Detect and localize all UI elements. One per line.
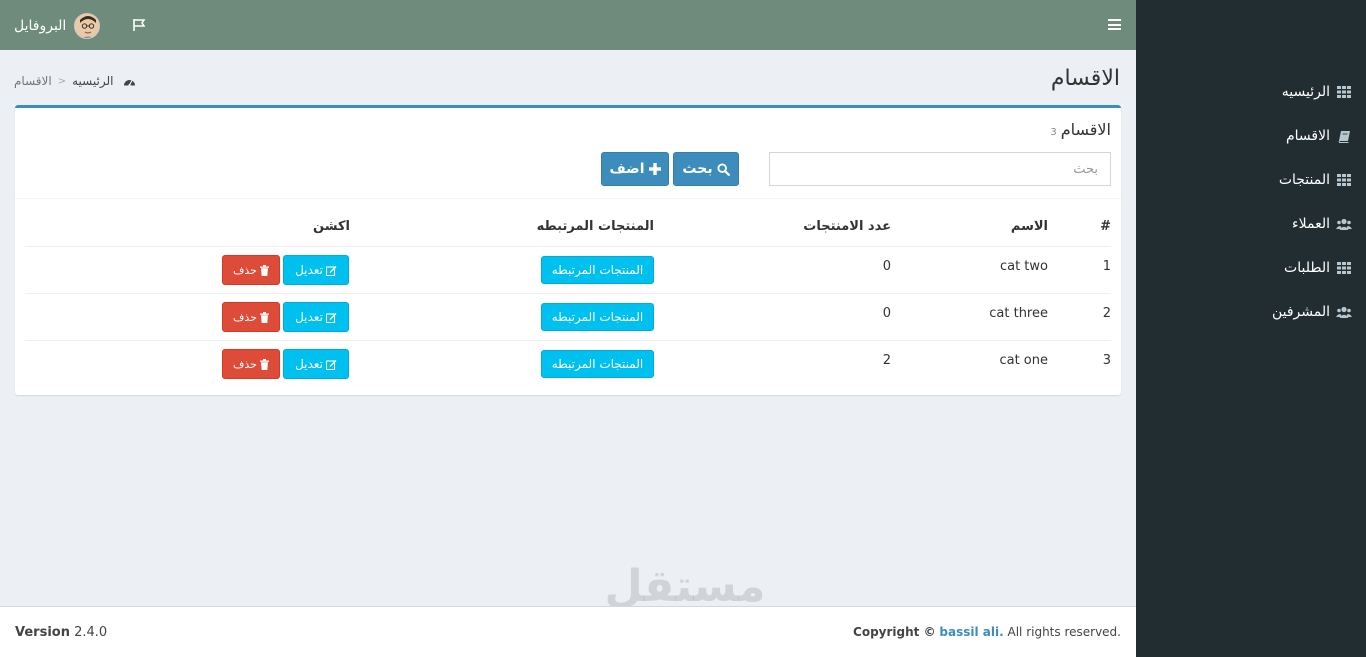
sidebar: الرئيسيه الاقسام المنتجات العملاء الطلبا… — [1136, 0, 1366, 657]
sidebar-item-clients[interactable]: العملاء — [1292, 213, 1352, 235]
book-icon — [1336, 128, 1352, 144]
edit-button-label: تعديل — [295, 263, 323, 277]
row-count: 0 — [882, 306, 891, 321]
row-border — [25, 293, 1111, 294]
edit-icon — [325, 265, 337, 276]
sidebar-item-label: الطلبات — [1284, 260, 1330, 276]
edit-button-label: تعديل — [295, 357, 323, 371]
sidebar-item-orders[interactable]: الطلبات — [1284, 257, 1352, 279]
box-divider — [15, 198, 1121, 199]
version-info: Version 2.4.0 — [15, 625, 107, 640]
delete-button[interactable]: حذف — [222, 255, 280, 285]
search-button-label: بحث — [682, 161, 713, 177]
profile-menu[interactable]: البروفايل — [14, 12, 101, 40]
copyright-info: Copyright © bassil ali. All rights reser… — [853, 625, 1121, 639]
table-header-count: عدد الامنتجات — [803, 219, 891, 234]
row-name: cat three — [989, 306, 1048, 321]
related-products-button[interactable]: المنتجات المرتبطه — [541, 256, 654, 284]
box-title-text: الاقسام — [1060, 120, 1111, 139]
table-header-border — [25, 246, 1111, 247]
sidebar-item-categories[interactable]: الاقسام — [1286, 125, 1352, 147]
sidebar-item-label: العملاء — [1292, 216, 1330, 232]
trash-icon — [259, 311, 269, 323]
author-link[interactable]: bassil ali. — [939, 625, 1003, 639]
edit-icon — [325, 359, 337, 370]
sidebar-item-label: المنتجات — [1278, 172, 1330, 188]
footer: Version 2.4.0 Copyright © bassil ali. Al… — [0, 606, 1136, 657]
trash-icon — [259, 358, 269, 370]
search-icon — [717, 162, 730, 176]
related-products-button[interactable]: المنتجات المرتبطه — [541, 303, 654, 331]
version-value: 2.4.0 — [74, 625, 108, 640]
copyright-label: Copyright © — [853, 625, 936, 639]
plus-icon — [648, 163, 661, 175]
categories-box: الاقسام 3 بحث اضف # الاسم عدد الامنتجات … — [15, 105, 1121, 395]
page-title: الاقسام — [1050, 66, 1120, 91]
row-index: 2 — [1102, 306, 1111, 321]
breadcrumb: الاقسام > الرئيسيه — [14, 73, 136, 89]
sidebar-item-label: الرئيسيه — [1281, 84, 1330, 100]
rights-text: All rights reserved. — [1007, 625, 1122, 639]
row-index: 3 — [1102, 353, 1111, 368]
flag-icon[interactable] — [131, 17, 147, 33]
edit-button[interactable]: تعديل — [283, 349, 349, 379]
related-products-button[interactable]: المنتجات المرتبطه — [541, 350, 654, 378]
hamburger-menu-icon[interactable] — [1108, 18, 1122, 31]
table-header-index: # — [1100, 219, 1111, 234]
delete-button-label: حذف — [233, 357, 257, 371]
dashboard-icon — [123, 76, 136, 87]
row-name: cat two — [999, 259, 1048, 274]
top-navbar: البروفايل — [0, 0, 1136, 50]
breadcrumb-separator: > — [57, 75, 67, 87]
version-label: Version — [15, 625, 70, 640]
delete-button[interactable]: حذف — [222, 349, 280, 379]
trash-icon — [259, 264, 269, 276]
sidebar-item-label: الاقسام — [1286, 128, 1330, 144]
search-button[interactable]: بحث — [673, 152, 739, 186]
row-border — [25, 340, 1111, 341]
delete-button[interactable]: حذف — [222, 302, 280, 332]
row-count: 0 — [882, 259, 891, 274]
breadcrumb-current: الاقسام — [14, 74, 52, 88]
edit-button-label: تعديل — [295, 310, 323, 324]
add-button[interactable]: اضف — [601, 152, 669, 186]
table-header-action: اكشن — [313, 219, 350, 234]
edit-button[interactable]: تعديل — [283, 255, 349, 285]
sidebar-item-label: المشرفين — [1271, 304, 1330, 320]
delete-button-label: حذف — [233, 310, 257, 324]
breadcrumb-home[interactable]: الرئيسيه — [72, 74, 113, 88]
box-title-count: 3 — [1050, 127, 1057, 138]
row-count: 2 — [882, 353, 891, 368]
box-title: الاقسام 3 — [1050, 120, 1111, 139]
profile-name: البروفايل — [14, 18, 67, 34]
edit-icon — [325, 312, 337, 323]
sidebar-item-products[interactable]: المنتجات — [1279, 169, 1352, 191]
grid-icon — [1336, 84, 1352, 100]
watermark-arabic: مستقل — [604, 561, 766, 612]
users-icon — [1336, 304, 1352, 320]
row-index: 1 — [1102, 259, 1111, 274]
sidebar-item-admins[interactable]: المشرفين — [1272, 301, 1352, 323]
users-icon — [1336, 216, 1352, 232]
table-header-related: المنتجات المرتبطه — [536, 219, 654, 234]
grid-icon — [1336, 260, 1352, 276]
add-button-label: اضف — [609, 161, 645, 177]
delete-button-label: حذف — [233, 263, 257, 277]
grid-icon — [1336, 172, 1352, 188]
edit-button[interactable]: تعديل — [283, 302, 349, 332]
search-input[interactable] — [769, 152, 1111, 186]
avatar — [74, 13, 101, 39]
row-name: cat one — [999, 353, 1048, 368]
table-header-name: الاسم — [1010, 219, 1048, 234]
sidebar-item-home[interactable]: الرئيسيه — [1282, 81, 1352, 103]
